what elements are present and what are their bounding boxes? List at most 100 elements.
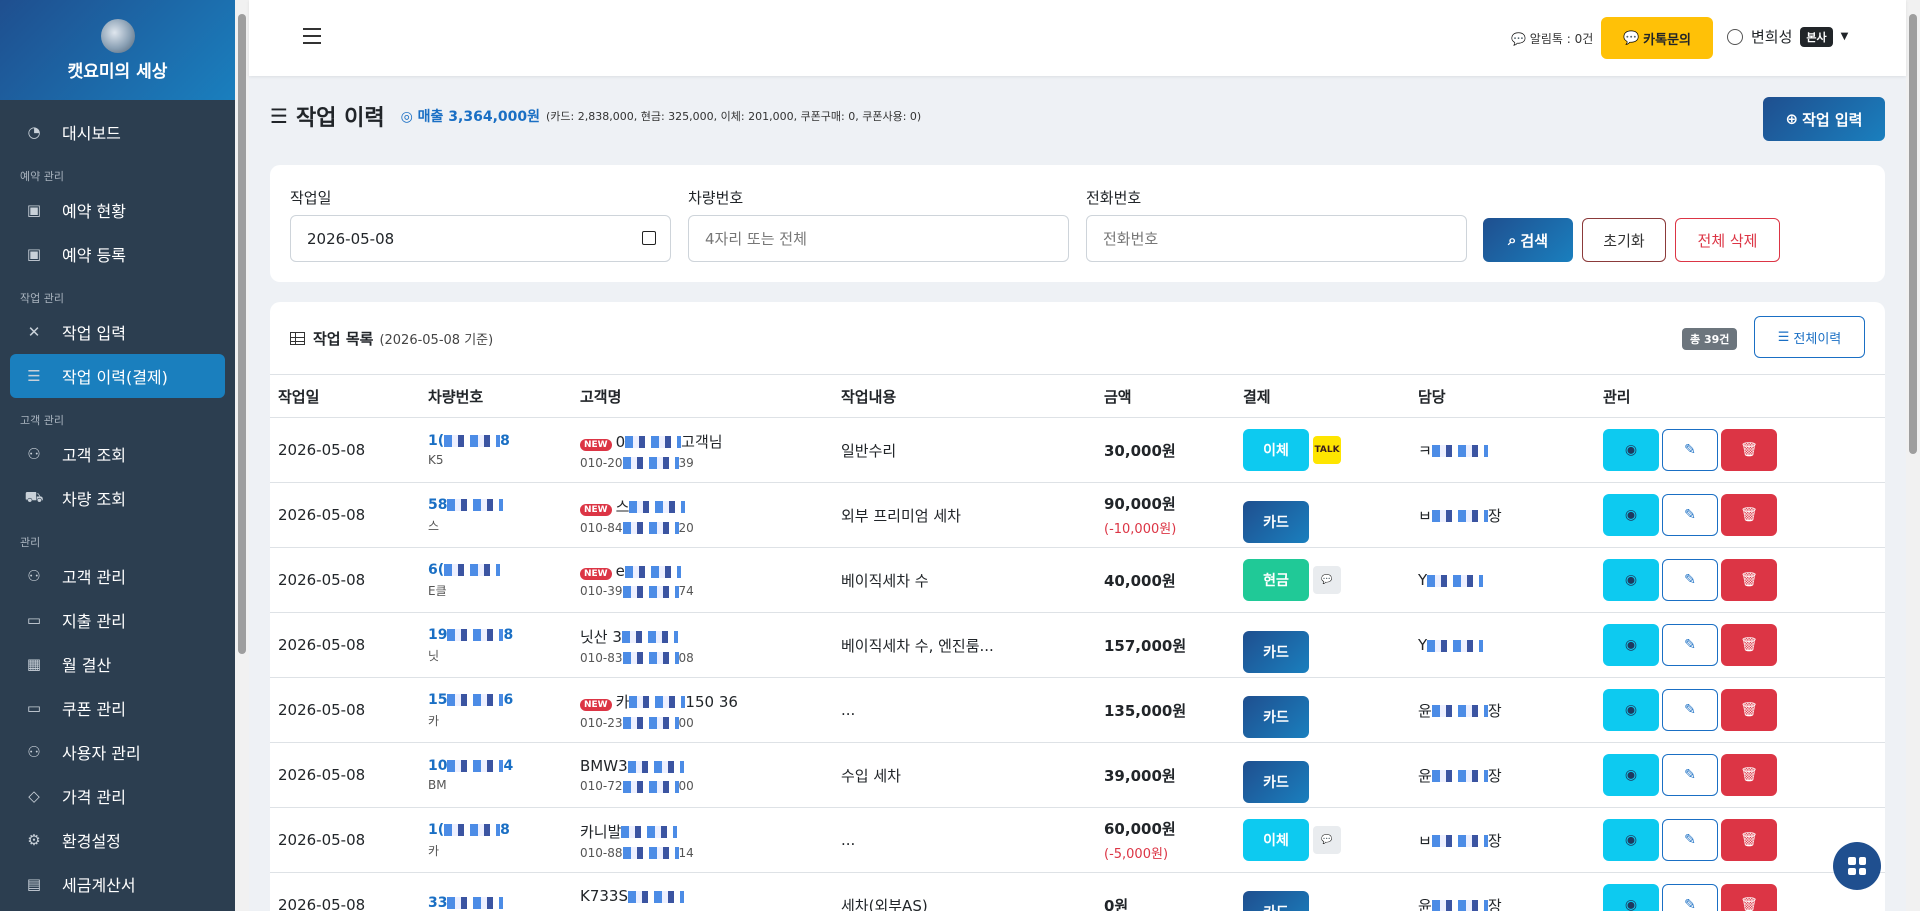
grid-icon — [1848, 857, 1866, 875]
plate-number: 19 — [428, 626, 448, 643]
add-work-button[interactable]: ⊕ 작업 입력 — [1763, 97, 1885, 141]
payment-badge[interactable]: 카드 — [1243, 696, 1309, 738]
delete-button[interactable]: 🗑 — [1721, 819, 1777, 861]
work-date-cell: 2026-05-08 — [270, 547, 420, 613]
edit-button[interactable]: ✎ — [1662, 494, 1718, 536]
kakao-inquiry-button[interactable]: 💬 카톡문의 — [1601, 17, 1713, 59]
menu-toggle-icon[interactable] — [303, 28, 321, 44]
redacted-block — [622, 585, 679, 598]
plate-number-end: 8 — [500, 433, 510, 449]
sidebar-item[interactable]: ▭ 쿠폰 관리 — [10, 686, 225, 730]
car-model: 스 — [428, 518, 440, 533]
search-button[interactable]: ⌕ 검색 — [1483, 218, 1573, 262]
plate-number: 1( — [428, 821, 445, 838]
user-menu[interactable]: 변희성 본사 ▼ — [1727, 26, 1848, 47]
all-history-button[interactable]: ☰ 전체이력 — [1754, 316, 1865, 358]
plate-cell: 15 6 카 — [420, 677, 572, 743]
sidebar-item[interactable]: ▦ 월 결산 — [10, 642, 225, 686]
view-button[interactable]: ◉ — [1603, 429, 1659, 471]
sidebar-item[interactable]: ▣ 예약 등록 — [10, 232, 225, 276]
customer-name: NEW e — [580, 562, 833, 580]
coin-icon: ◎ — [400, 109, 413, 125]
plate-link[interactable]: 15 6 — [428, 692, 572, 708]
table-row: 2026-05-08 58 스 NEW 스 010-84 20 외부 프리미엄 세차 90,00… — [270, 482, 1885, 548]
edit-button[interactable]: ✎ — [1662, 819, 1718, 861]
payment-badge[interactable]: 현금 — [1243, 559, 1309, 601]
view-button[interactable]: ◉ — [1603, 494, 1659, 536]
customer-name: BMW3 — [580, 757, 833, 775]
edit-button[interactable]: ✎ — [1662, 884, 1718, 911]
sidebar-item[interactable]: ⚇ 사용자 관리 — [10, 730, 225, 774]
delete-button[interactable]: 🗑 — [1721, 754, 1777, 796]
redacted-block — [444, 563, 501, 576]
plate-link[interactable]: 58 — [428, 497, 572, 513]
kakaotalk-icon[interactable]: 💬 — [1313, 566, 1341, 594]
scrollbar-thumb[interactable] — [238, 14, 246, 654]
sidebar-item[interactable]: ⚇ 고객 관리 — [10, 554, 225, 598]
redacted-block — [447, 760, 504, 772]
calendar-icon[interactable] — [642, 231, 656, 245]
delete-button[interactable]: 🗑 — [1721, 559, 1777, 601]
person-gear-icon: ⚇ — [27, 743, 41, 761]
kakaotalk-icon[interactable]: TALK — [1313, 436, 1341, 464]
plate-link[interactable]: 6( — [428, 562, 572, 578]
plate-input[interactable]: 4자리 또는 전체 — [688, 215, 1069, 262]
reset-button[interactable]: 초기화 — [1582, 218, 1666, 262]
view-button[interactable]: ◉ — [1603, 689, 1659, 731]
sidebar-item[interactable]: ◔ 대시보드 — [10, 110, 225, 154]
view-button[interactable]: ◉ — [1603, 624, 1659, 666]
payment-badge[interactable]: 카드 — [1243, 631, 1309, 673]
delete-button[interactable]: 🗑 — [1721, 494, 1777, 536]
payment-badge[interactable]: 이체 — [1243, 819, 1309, 861]
work-date-cell: 2026-05-08 — [270, 482, 420, 548]
sidebar-item[interactable]: ▤ 세금계산서 — [10, 862, 225, 906]
eye-icon: ◉ — [1624, 897, 1638, 911]
sidebar-item[interactable]: ▭ 지출 관리 — [10, 598, 225, 642]
date-input[interactable]: 2026-05-08 — [290, 215, 671, 262]
view-button[interactable]: ◉ — [1603, 559, 1659, 601]
sidebar-item-label: 예약 등록 — [62, 246, 126, 265]
sidebar-item[interactable]: ✕ 작업 입력 — [10, 310, 225, 354]
redacted-block — [629, 501, 686, 513]
view-button[interactable]: ◉ — [1603, 754, 1659, 796]
payment-badge[interactable]: 카드 — [1243, 891, 1309, 911]
delete-button[interactable]: 🗑 — [1721, 689, 1777, 731]
customer-cell: 카니발 010-88 14 — [572, 807, 833, 873]
sidebar-item[interactable]: ▣ 예약 현황 — [10, 188, 225, 232]
plate-link[interactable]: 1(8 — [428, 822, 572, 838]
edit-button[interactable]: ✎ — [1662, 429, 1718, 471]
delete-all-button[interactable]: 전체 삭제 — [1675, 218, 1780, 262]
payment-badge[interactable]: 카드 — [1243, 761, 1309, 803]
redacted-block — [627, 760, 684, 773]
edit-button[interactable]: ✎ — [1662, 559, 1718, 601]
delete-button[interactable]: 🗑 — [1721, 429, 1777, 471]
plate-link[interactable]: 19 8 — [428, 627, 572, 643]
edit-button[interactable]: ✎ — [1662, 754, 1718, 796]
delete-button[interactable]: 🗑 — [1721, 884, 1777, 911]
payment-badge[interactable]: 카드 — [1243, 501, 1309, 543]
sidebar-item[interactable]: ⛟ 차량 조회 — [10, 476, 225, 520]
delete-button[interactable]: 🗑 — [1721, 624, 1777, 666]
quick-menu-button[interactable] — [1833, 842, 1881, 890]
page-scrollbar[interactable] — [1906, 0, 1920, 911]
edit-button[interactable]: ✎ — [1662, 624, 1718, 666]
brand[interactable]: 캣요미의 세상 — [0, 0, 235, 100]
sidebar-item[interactable]: ⚇ 고객 조회 — [10, 432, 225, 476]
actions-cell: ◉ ✎ 🗑 — [1595, 612, 1885, 678]
view-button[interactable]: ◉ — [1603, 819, 1659, 861]
kakaotalk-icon[interactable]: 💬 — [1313, 826, 1341, 854]
scrollbar-thumb[interactable] — [1909, 14, 1917, 454]
sidebar-item[interactable]: ◇ 가격 관리 — [10, 774, 225, 818]
plate-link[interactable]: 1(8 — [428, 433, 572, 449]
plate-link[interactable]: 10 4 — [428, 758, 572, 774]
edit-button[interactable]: ✎ — [1662, 689, 1718, 731]
staff-name: ㅋ — [1418, 441, 1432, 460]
sidebar-item[interactable]: ⚙ 환경설정 — [10, 818, 225, 862]
phone-input[interactable]: 전화번호 — [1086, 215, 1467, 262]
sidebar-scrollbar[interactable] — [235, 0, 249, 911]
payment-badge[interactable]: 이체 — [1243, 429, 1309, 471]
plate-link[interactable]: 33 — [428, 895, 572, 911]
view-button[interactable]: ◉ — [1603, 884, 1659, 911]
sidebar-item[interactable]: ☰ 작업 이력(결제) — [10, 354, 225, 398]
redacted-block — [1431, 510, 1488, 522]
